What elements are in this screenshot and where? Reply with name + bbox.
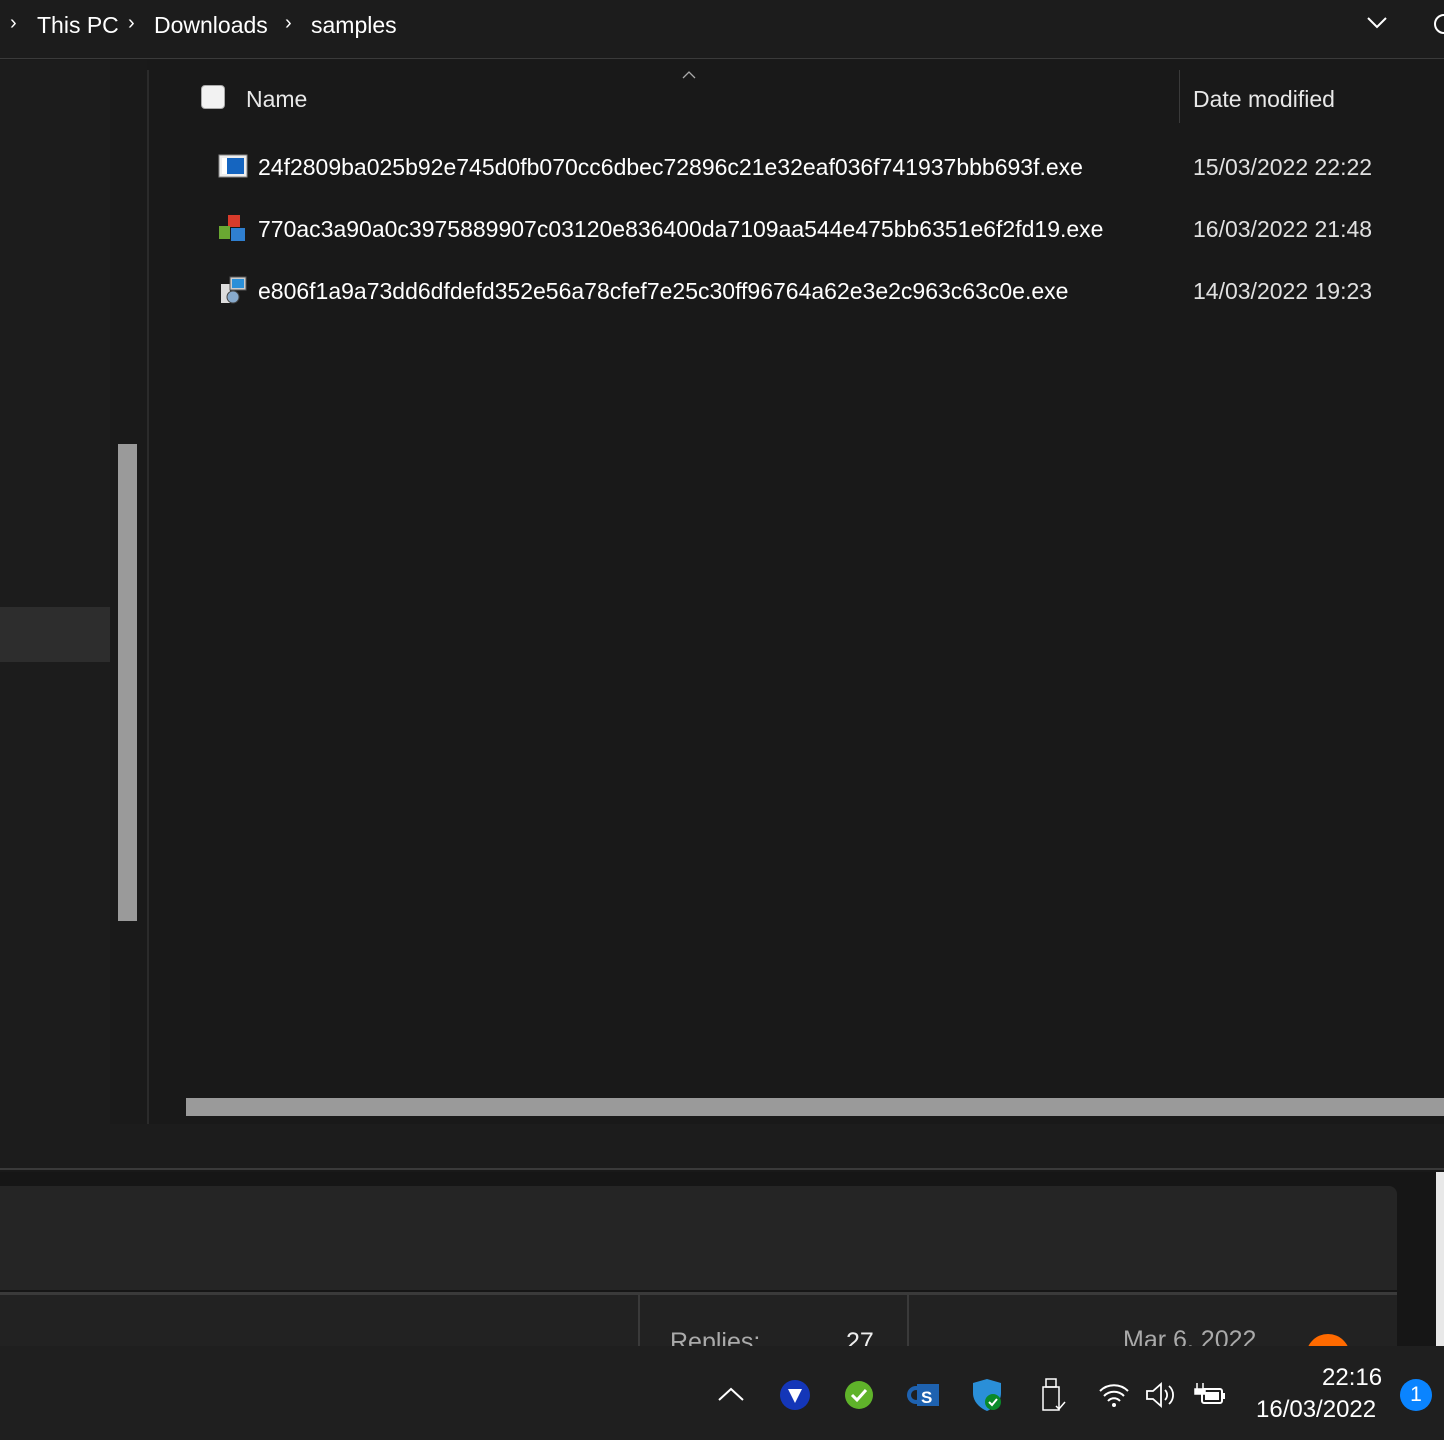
svg-text:S: S: [921, 1388, 932, 1407]
background-card: [0, 1186, 1397, 1290]
windows-security-icon[interactable]: [970, 1378, 1004, 1412]
breadcrumb-downloads[interactable]: Downloads: [154, 12, 268, 39]
chevron-down-icon[interactable]: [1366, 16, 1388, 30]
file-row[interactable]: e806f1a9a73dd6dfdefd352e56a78cfef7e25c30…: [0, 268, 1444, 308]
navigation-scrollbar-thumb[interactable]: [118, 444, 137, 921]
installer-icon: [221, 276, 247, 304]
status-bar: [0, 1124, 1444, 1170]
skype-business-icon[interactable]: S: [906, 1378, 940, 1412]
file-date: 14/03/2022 19:23: [1193, 278, 1373, 304]
chevron-right-icon[interactable]: ›: [10, 12, 17, 35]
chevron-right-icon[interactable]: ›: [285, 12, 292, 35]
volume-icon[interactable]: [1144, 1378, 1178, 1412]
wifi-icon[interactable]: [1097, 1378, 1131, 1412]
battery-charging-icon[interactable]: [1194, 1378, 1228, 1412]
divider: [638, 1292, 640, 1352]
address-bar[interactable]: › This PC › Downloads › samples: [0, 0, 1444, 59]
clock-time[interactable]: 22:16: [1322, 1364, 1382, 1392]
file-name: 770ac3a90a0c3975889907c03120e836400da710…: [258, 216, 1104, 242]
clock-date[interactable]: 16/03/2022: [1256, 1396, 1376, 1424]
usb-eject-icon[interactable]: [1036, 1378, 1070, 1412]
file-date: 16/03/2022 21:48: [1193, 216, 1373, 242]
show-hidden-icons-icon[interactable]: [717, 1386, 745, 1402]
exe-window-icon: [218, 154, 248, 178]
breadcrumb-samples[interactable]: samples: [311, 12, 397, 39]
file-row[interactable]: 24f2809ba025b92e745d0fb070cc6dbec72896c2…: [0, 144, 1444, 184]
file-date: 15/03/2022 22:22: [1193, 154, 1373, 180]
background-scrollbar: [1436, 1172, 1444, 1346]
column-header-name[interactable]: Name: [246, 86, 307, 113]
column-header-date-modified[interactable]: Date modified: [1193, 86, 1335, 113]
horizontal-scrollbar-thumb[interactable]: [186, 1098, 1444, 1116]
chevron-right-icon[interactable]: ›: [128, 12, 135, 35]
file-name: 24f2809ba025b92e745d0fb070cc6dbec72896c2…: [258, 154, 1083, 180]
select-all-checkbox[interactable]: [201, 85, 225, 109]
breadcrumb-this-pc[interactable]: This PC: [37, 12, 119, 39]
sync-ok-icon[interactable]: [842, 1378, 876, 1412]
divider: [907, 1292, 909, 1352]
file-name: e806f1a9a73dd6dfdefd352e56a78cfef7e25c30…: [258, 278, 1069, 304]
vpn-shield-icon[interactable]: [778, 1378, 812, 1412]
notification-badge[interactable]: 1: [1400, 1379, 1432, 1411]
column-divider[interactable]: [1179, 70, 1180, 123]
sort-ascending-icon: [682, 71, 696, 79]
mfc-app-icon: [219, 215, 245, 241]
refresh-icon[interactable]: [1432, 12, 1444, 36]
file-row[interactable]: 770ac3a90a0c3975889907c03120e836400da710…: [0, 206, 1444, 246]
navigation-item-selected[interactable]: [0, 607, 110, 662]
